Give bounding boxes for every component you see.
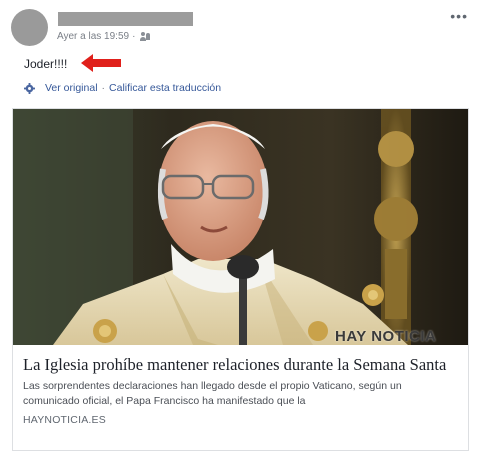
meta-separator: · [132,31,136,42]
see-original-link[interactable]: Ver original [45,82,98,94]
friends-icon[interactable] [140,32,151,41]
shared-link-title[interactable]: La Iglesia prohíbe mantener relaciones d… [23,355,458,375]
post-timestamp[interactable]: Ayer a las 19:59 [57,31,129,42]
facebook-post: Ayer a las 19:59 · ••• Joder!!!! Ver ori… [0,0,480,454]
shared-link-image[interactable]: HAY NOTICIA [13,109,468,345]
post-text: Joder!!!! [24,57,68,71]
rate-translation-link[interactable]: Calificar esta traducción [109,82,221,94]
shared-link-description: Las sorprendentes declaraciones han lleg… [23,380,402,407]
red-arrow-icon [81,54,121,72]
image-watermark: HAY NOTICIA [335,328,437,345]
shared-link-card[interactable]: HAY NOTICIA La Iglesia prohíbe mantener … [12,108,469,451]
author-name-redacted[interactable] [58,12,193,26]
translation-bar: Ver original · Calificar esta traducción [24,82,221,94]
more-options-icon[interactable]: ••• [450,9,468,23]
avatar[interactable] [11,9,48,46]
post-meta: Ayer a las 19:59 · [57,31,151,42]
gear-icon[interactable] [24,82,35,94]
shared-link-body: La Iglesia prohíbe mantener relaciones d… [13,345,468,426]
shared-link-domain: HAYNOTICIA.ES [23,414,106,426]
translation-separator: · [101,82,106,94]
